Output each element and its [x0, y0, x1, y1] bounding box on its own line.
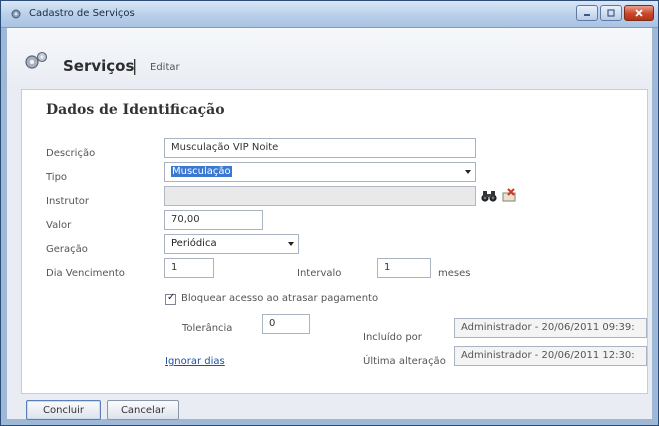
tolerancia-input[interactable]: 0: [262, 314, 310, 334]
app-window: Cadastro de Serviços Serviços | Editar D…: [0, 0, 659, 426]
tipo-select[interactable]: Musculação: [164, 162, 476, 182]
valor-input[interactable]: 70,00: [164, 210, 263, 230]
clear-icon[interactable]: [502, 188, 518, 202]
close-button[interactable]: [624, 5, 654, 21]
page-subtitle: Editar: [150, 62, 180, 73]
app-gear-icon: [11, 9, 21, 19]
valor-label: Valor: [46, 220, 72, 231]
identification-panel: Dados de Identificação Descrição Muscula…: [21, 89, 648, 394]
intervalo-input[interactable]: 1: [377, 258, 431, 278]
window-controls: [576, 5, 654, 22]
cancelar-button[interactable]: Cancelar: [107, 400, 179, 420]
ultima-alteracao-value: Administrador - 20/06/2011 12:30:: [454, 346, 647, 366]
dia-vencimento-label: Dia Vencimento: [46, 268, 125, 279]
descricao-label: Descrição: [46, 148, 96, 159]
incluido-por-value: Administrador - 20/06/2011 09:39:: [454, 318, 647, 338]
window-title: Cadastro de Serviços: [29, 8, 135, 19]
check-mark-icon: ✓: [167, 292, 176, 303]
maximize-icon: [607, 9, 615, 17]
minimize-button[interactable]: [576, 5, 598, 21]
tolerancia-label: Tolerância: [182, 323, 233, 334]
page-title: Serviços: [63, 57, 135, 75]
bloquear-checkbox[interactable]: ✓: [165, 292, 176, 305]
tipo-label: Tipo: [46, 172, 68, 183]
binoculars-icon[interactable]: [481, 189, 497, 203]
minimize-icon: [584, 14, 590, 16]
close-icon: [635, 9, 643, 17]
instrutor-input[interactable]: [164, 186, 476, 206]
window-content: Serviços | Editar Dados de Identificação…: [7, 28, 652, 420]
descricao-input[interactable]: Musculação VIP Noite: [164, 138, 476, 158]
chevron-down-icon: [465, 170, 471, 174]
title-separator: |: [132, 56, 138, 75]
title-bar: Cadastro de Serviços: [1, 1, 658, 28]
geracao-label: Geração: [46, 244, 88, 255]
maximize-button[interactable]: [600, 5, 622, 21]
ignorar-dias-link[interactable]: Ignorar dias: [165, 356, 225, 367]
section-title: Dados de Identificação: [46, 102, 225, 118]
concluir-button[interactable]: Concluir: [26, 400, 101, 420]
geracao-selected-value: Periódica: [171, 238, 217, 249]
tipo-selected-value: Musculação: [171, 166, 232, 177]
page-header: Serviços | Editar: [7, 28, 652, 88]
instrutor-label: Instrutor: [46, 196, 90, 207]
geracao-select[interactable]: Periódica: [164, 234, 299, 254]
intervalo-label: Intervalo: [297, 268, 342, 279]
intervalo-unit: meses: [438, 268, 471, 279]
chevron-down-icon: [288, 242, 294, 246]
gears-icon: [25, 51, 48, 69]
ultima-alteracao-label: Última alteração: [363, 356, 446, 367]
dia-vencimento-input[interactable]: 1: [164, 258, 214, 278]
incluido-por-label: Incluído por: [363, 332, 422, 343]
bloquear-label[interactable]: Bloquear acesso ao atrasar pagamento: [181, 293, 378, 304]
